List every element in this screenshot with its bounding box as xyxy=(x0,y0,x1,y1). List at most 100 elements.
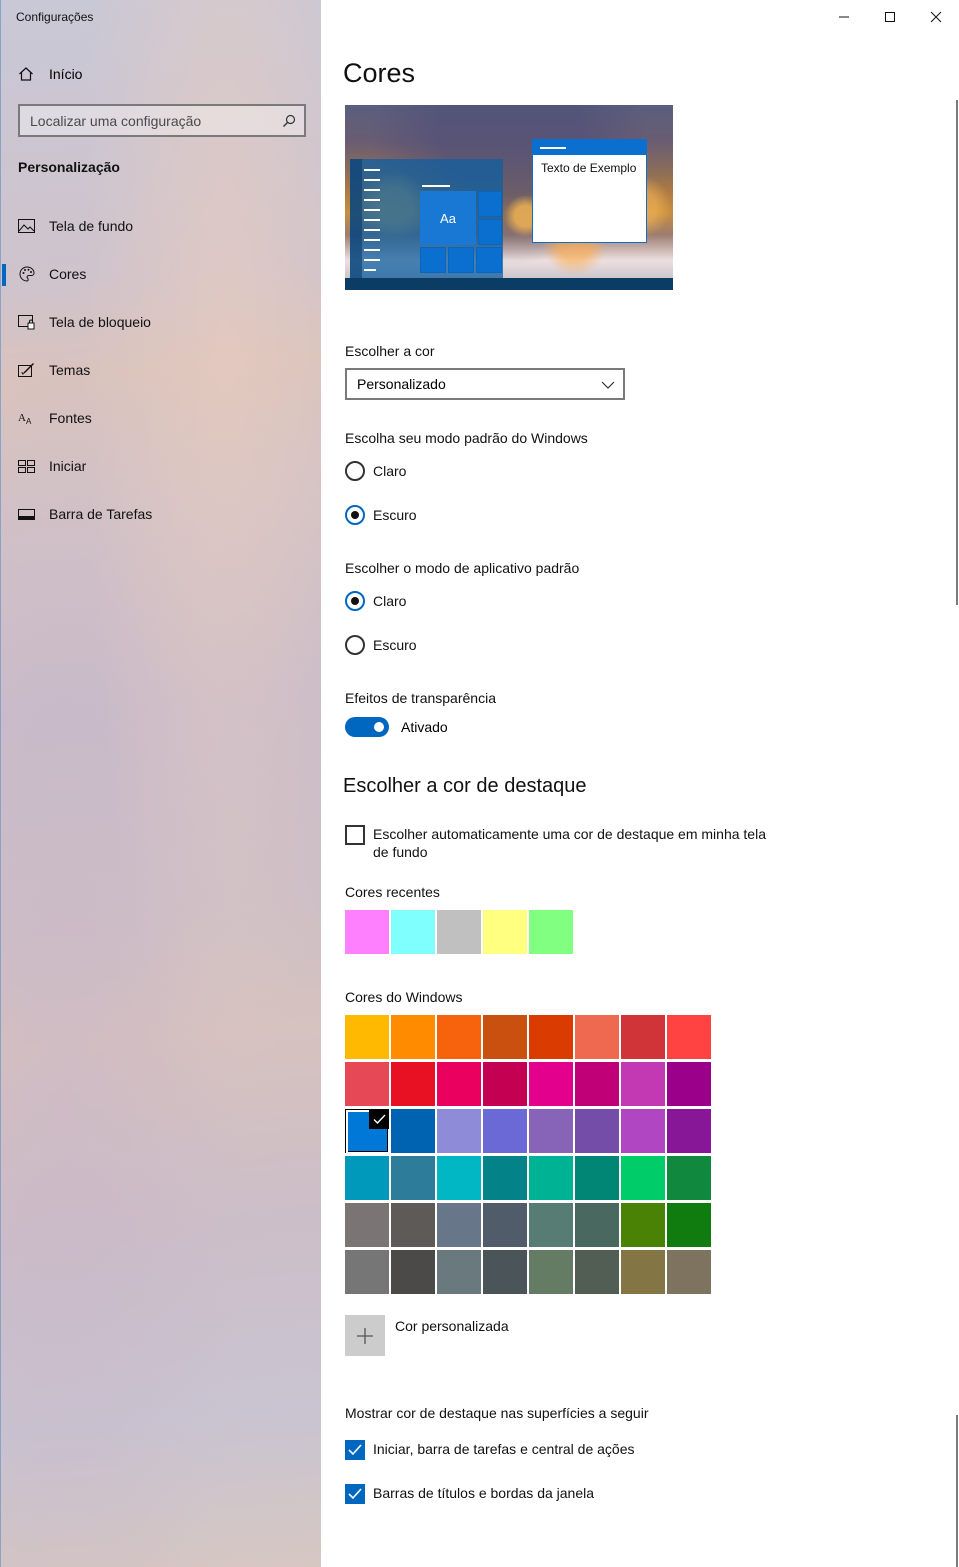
windows-color-swatch[interactable] xyxy=(483,1109,527,1153)
windows-color-swatch[interactable] xyxy=(667,1109,711,1153)
windows-color-swatch[interactable] xyxy=(575,1250,619,1294)
windows-mode-dark-radio[interactable]: Escuro xyxy=(345,505,417,525)
windows-color-swatch[interactable] xyxy=(437,1015,481,1059)
windows-color-swatch[interactable] xyxy=(529,1203,573,1247)
windows-color-swatch[interactable] xyxy=(529,1015,573,1059)
windows-color-swatch[interactable] xyxy=(345,1062,389,1106)
scrollbar-thumb[interactable] xyxy=(956,100,958,605)
app-mode-light-radio[interactable]: Claro xyxy=(345,591,406,611)
surface-start-checkbox[interactable]: Iniciar, barra de tarefas e central de a… xyxy=(345,1440,634,1460)
checkbox-box[interactable] xyxy=(345,1484,365,1504)
windows-color-swatch[interactable] xyxy=(437,1250,481,1294)
sidebar-item-label: Cores xyxy=(49,266,87,282)
sidebar-item-background[interactable]: Tela de fundo xyxy=(1,206,322,246)
search-icon[interactable] xyxy=(282,114,296,128)
surface-titlebar-checkbox[interactable]: Barras de títulos e bordas da janela xyxy=(345,1484,594,1504)
windows-color-swatch[interactable] xyxy=(345,1203,389,1247)
windows-color-swatch[interactable] xyxy=(575,1203,619,1247)
sidebar-item-themes[interactable]: Temas xyxy=(1,350,322,390)
windows-color-swatch[interactable] xyxy=(437,1109,481,1153)
windows-color-swatch[interactable] xyxy=(575,1015,619,1059)
checkmark-icon xyxy=(369,1109,389,1129)
radio-circle[interactable] xyxy=(345,635,365,655)
windows-color-swatch[interactable] xyxy=(621,1109,665,1153)
windows-color-swatch[interactable] xyxy=(529,1062,573,1106)
windows-color-swatch[interactable] xyxy=(391,1062,435,1106)
transparency-toggle[interactable]: Ativado xyxy=(345,717,448,737)
windows-color-swatch[interactable] xyxy=(667,1203,711,1247)
windows-color-swatch[interactable] xyxy=(391,1156,435,1200)
app-mode-dark-radio[interactable]: Escuro xyxy=(345,635,417,655)
windows-color-swatch[interactable] xyxy=(391,1015,435,1059)
recent-color-swatch[interactable] xyxy=(529,910,573,954)
windows-color-swatch[interactable] xyxy=(391,1250,435,1294)
sidebar-item-taskbar[interactable]: Barra de Tarefas xyxy=(1,494,322,534)
windows-color-swatch[interactable] xyxy=(621,1250,665,1294)
windows-mode-label: Escolha seu modo padrão do Windows xyxy=(345,430,588,446)
close-button[interactable] xyxy=(921,6,951,28)
recent-color-swatch[interactable] xyxy=(391,910,435,954)
windows-colors-label: Cores do Windows xyxy=(345,989,463,1005)
windows-color-swatch[interactable] xyxy=(575,1109,619,1153)
windows-color-swatch[interactable] xyxy=(437,1062,481,1106)
scrollbar-thumb-lower[interactable] xyxy=(956,1415,958,1567)
windows-color-swatch[interactable] xyxy=(483,1203,527,1247)
windows-color-swatch[interactable] xyxy=(621,1015,665,1059)
windows-color-swatch[interactable] xyxy=(483,1250,527,1294)
windows-color-swatch[interactable] xyxy=(483,1015,527,1059)
windows-color-swatch[interactable] xyxy=(667,1250,711,1294)
start-icon xyxy=(18,458,35,475)
sidebar-item-colors[interactable]: Cores xyxy=(1,254,322,294)
checkbox-box[interactable] xyxy=(345,825,365,845)
windows-color-swatch[interactable] xyxy=(621,1156,665,1200)
palette-icon xyxy=(18,266,35,283)
choose-color-dropdown[interactable]: Personalizado xyxy=(345,368,625,400)
windows-color-swatch[interactable] xyxy=(667,1062,711,1106)
radio-circle[interactable] xyxy=(345,505,365,525)
windows-color-swatch[interactable] xyxy=(391,1109,435,1153)
maximize-button[interactable] xyxy=(875,6,905,28)
custom-color-button[interactable]: Cor personalizada xyxy=(345,1315,509,1356)
search-input[interactable] xyxy=(30,112,270,129)
windows-color-swatch[interactable] xyxy=(345,1250,389,1294)
windows-color-swatch[interactable] xyxy=(345,1156,389,1200)
recent-color-swatch[interactable] xyxy=(437,910,481,954)
radio-circle[interactable] xyxy=(345,461,365,481)
windows-color-swatch[interactable] xyxy=(621,1062,665,1106)
recent-color-swatch[interactable] xyxy=(483,910,527,954)
sidebar-item-fonts[interactable]: AA Fontes xyxy=(1,398,322,438)
windows-color-swatch[interactable] xyxy=(437,1156,481,1200)
windows-color-swatch[interactable] xyxy=(345,1109,390,1154)
toggle-switch[interactable] xyxy=(345,717,389,737)
fonts-icon: AA xyxy=(18,410,35,427)
search-box[interactable] xyxy=(18,104,306,137)
windows-color-swatch[interactable] xyxy=(575,1062,619,1106)
windows-color-swatch[interactable] xyxy=(621,1203,665,1247)
checkbox-box[interactable] xyxy=(345,1440,365,1460)
sidebar-item-lock-screen[interactable]: Tela de bloqueio xyxy=(1,302,322,342)
windows-color-swatch[interactable] xyxy=(667,1156,711,1200)
windows-color-swatch[interactable] xyxy=(575,1156,619,1200)
auto-accent-checkbox[interactable]: Escolher automaticamente uma cor de dest… xyxy=(345,825,785,861)
recent-color-swatch[interactable] xyxy=(345,910,389,954)
windows-color-swatch[interactable] xyxy=(529,1109,573,1153)
toggle-state-label: Ativado xyxy=(401,719,448,735)
windows-color-swatch[interactable] xyxy=(437,1203,481,1247)
radio-label: Escuro xyxy=(373,637,417,653)
sidebar-item-label: Temas xyxy=(49,362,91,378)
windows-color-swatch[interactable] xyxy=(529,1250,573,1294)
sidebar-item-home[interactable]: Início xyxy=(18,64,82,84)
minimize-button[interactable] xyxy=(829,6,859,28)
sidebar-item-start[interactable]: Iniciar xyxy=(1,446,322,486)
maximize-icon xyxy=(885,12,895,22)
radio-circle[interactable] xyxy=(345,591,365,611)
sidebar-item-label: Iniciar xyxy=(49,458,87,474)
windows-color-swatch[interactable] xyxy=(391,1203,435,1247)
windows-color-swatch[interactable] xyxy=(483,1156,527,1200)
windows-color-swatch[interactable] xyxy=(483,1062,527,1106)
windows-color-swatch[interactable] xyxy=(345,1015,389,1059)
windows-color-swatch[interactable] xyxy=(529,1156,573,1200)
windows-color-swatch[interactable] xyxy=(667,1015,711,1059)
windows-mode-light-radio[interactable]: Claro xyxy=(345,461,406,481)
lock-screen-icon xyxy=(18,314,35,331)
